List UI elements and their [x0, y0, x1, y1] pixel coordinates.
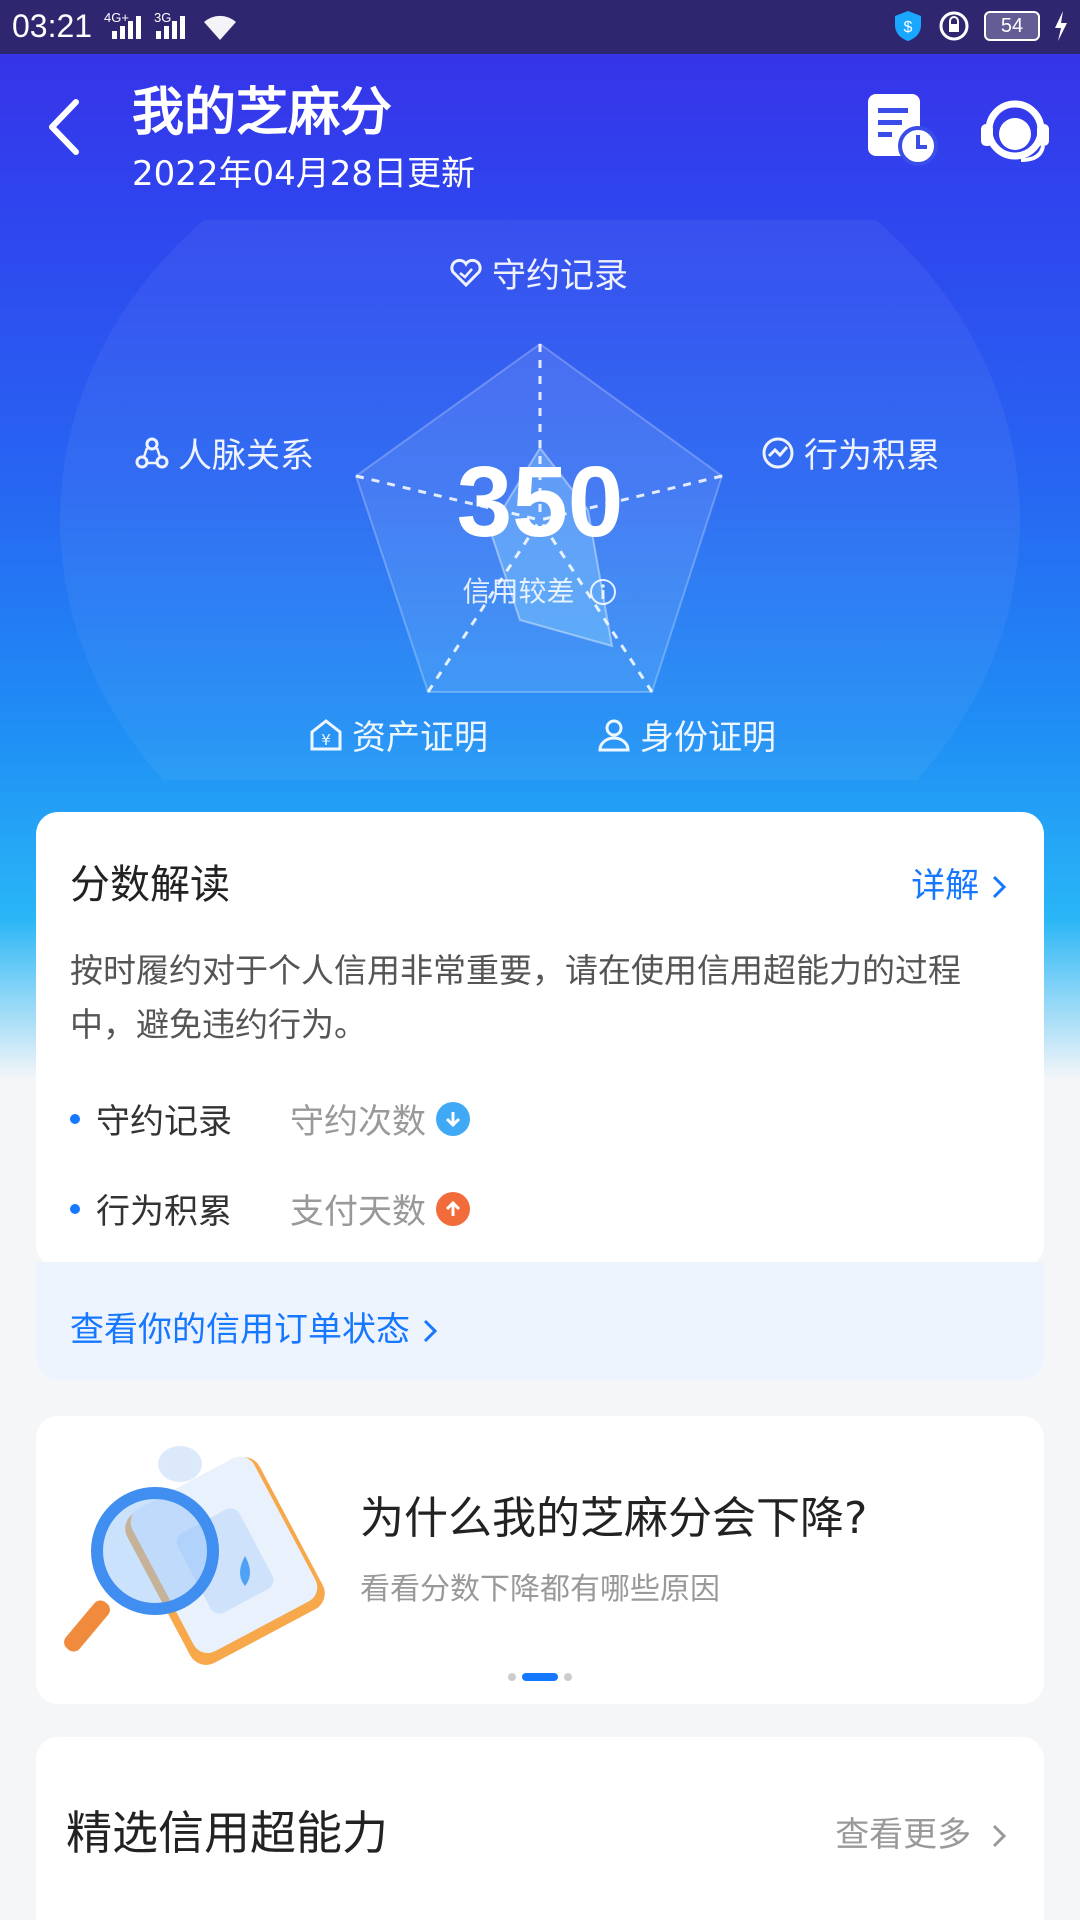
info-icon	[590, 579, 617, 605]
score-drop-banner[interactable]: 为什么我的芝麻分会下降? 看看分数下降都有哪些原因	[36, 1416, 1044, 1704]
pager-dot	[508, 1673, 516, 1681]
status-bar: 03:21 4G+ 3G $ 54	[0, 0, 1080, 54]
chevron-left-icon	[49, 99, 79, 155]
factor-label: 行为积累	[96, 1192, 232, 1232]
svg-text:$: $	[904, 19, 913, 36]
house-yuan-icon: ¥	[310, 718, 342, 750]
dimension-identity[interactable]: 身份证明	[596, 710, 776, 759]
chevron-right-icon	[992, 875, 1007, 899]
banner-title: 为什么我的芝麻分会下降?	[360, 1493, 868, 1544]
detail-link[interactable]: 详解	[911, 858, 1008, 907]
wifi-icon	[204, 15, 236, 40]
factor-row: 行为积累 支付天数	[70, 1184, 470, 1233]
svg-text:¥: ¥	[321, 731, 331, 749]
banner-subtitle: 看看分数下降都有哪些原因	[360, 1572, 720, 1607]
credit-level[interactable]: 信用较差	[0, 570, 1080, 610]
customer-service-button[interactable]	[975, 90, 1055, 170]
interpretation-description: 按时履约对于个人信用非常重要，请在使用信用超能力的过程中，避免违约行为。	[70, 951, 961, 1044]
section-title: 分数解读	[70, 862, 230, 908]
dimension-assets[interactable]: ¥ 资产证明	[308, 710, 488, 759]
score-interpretation-card: 分数解读 详解 按时履约对于个人信用非常重要，请在使用信用超能力的过程中，避免违…	[36, 812, 1044, 1267]
bullet-dot	[70, 1113, 80, 1124]
signal-icon-2	[156, 16, 185, 39]
arrow-down-icon	[436, 1101, 470, 1136]
status-time: 03:21	[12, 8, 93, 44]
credit-order-status-bar[interactable]: 查看你的信用订单状态	[36, 1262, 1044, 1380]
factor-row: 守约记录 守约次数	[70, 1094, 470, 1143]
carousel-pager	[36, 1673, 1044, 1681]
person-icon	[598, 719, 630, 751]
featured-credit-powers-card: 精选信用超能力 查看更多	[36, 1737, 1044, 1920]
dimension-contract-record[interactable]: 守约记录	[448, 248, 628, 297]
headset-support-icon	[981, 100, 1049, 162]
magnifier-illustration-icon	[64, 1446, 325, 1665]
rotation-lock-icon	[939, 11, 969, 41]
page-title: 我的芝麻分	[132, 83, 393, 143]
signal-icon-1	[112, 16, 141, 39]
pager-dot-active	[522, 1673, 558, 1681]
battery-indicator: 54	[984, 11, 1040, 41]
credit-order-status-link[interactable]: 查看你的信用订单状态	[70, 1302, 439, 1351]
chevron-right-icon	[992, 1824, 1007, 1848]
document-clock-icon	[868, 94, 938, 166]
factor-label: 守约记录	[96, 1102, 232, 1142]
charging-icon	[1055, 11, 1067, 41]
update-date: 2022年04月28日更新	[132, 154, 476, 194]
chevron-right-icon	[423, 1319, 437, 1343]
pager-dot	[564, 1673, 572, 1681]
heart-shield-icon	[450, 258, 482, 287]
factor-value: 守约次数	[290, 1102, 426, 1142]
back-button[interactable]	[40, 92, 90, 162]
history-record-button[interactable]	[862, 90, 942, 170]
bullet-dot	[70, 1203, 80, 1214]
view-more-link[interactable]: 查看更多	[835, 1807, 1008, 1856]
arrow-up-icon	[436, 1191, 470, 1226]
security-shield-icon: $	[895, 11, 921, 41]
credit-score-value: 350	[456, 446, 624, 558]
featured-title: 精选信用超能力	[66, 1806, 388, 1860]
factor-value: 支付天数	[290, 1192, 426, 1232]
